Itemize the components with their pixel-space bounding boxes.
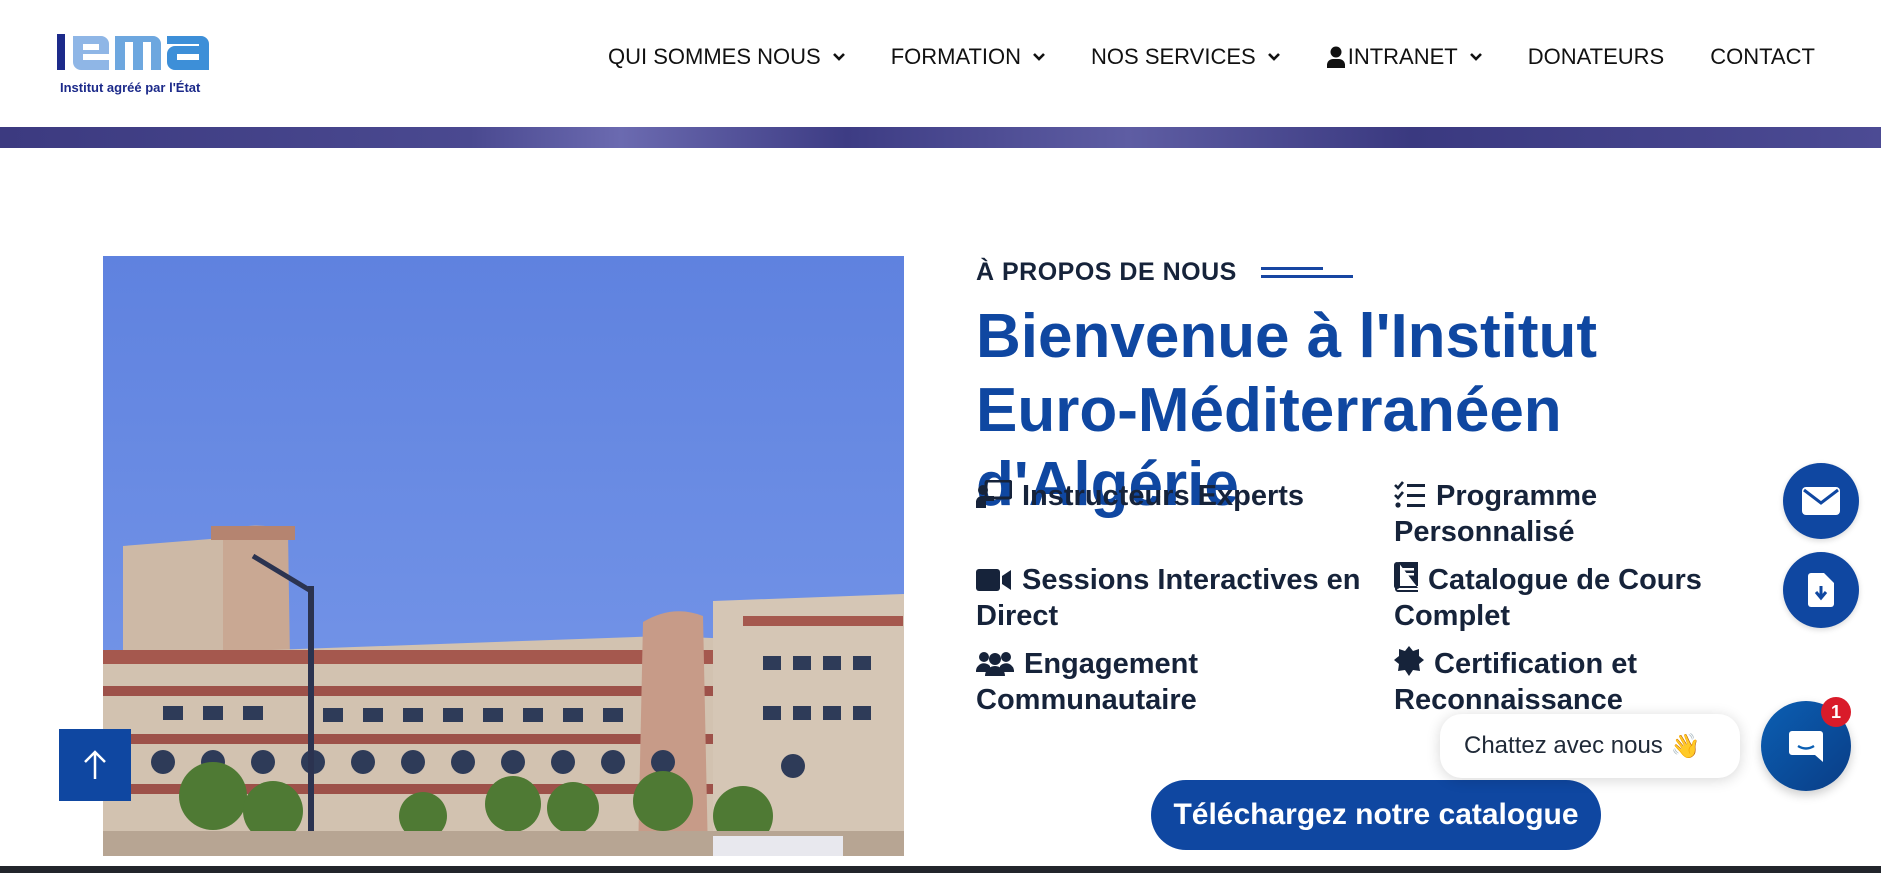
nav-label: FORMATION — [890, 44, 1022, 69]
logo-mark — [57, 34, 209, 70]
nav-label: CONTACT — [1710, 44, 1815, 69]
about-eyebrow: À PROPOS DE NOUS — [976, 258, 1353, 287]
nav-qui-sommes-nous[interactable]: QUI SOMMES NOUS — [608, 44, 847, 70]
bottom-edge-bar — [0, 866, 1881, 873]
institute-building-photo — [103, 256, 904, 856]
feature-sessions-interactives: Sessions Interactives en Direct — [976, 562, 1376, 634]
book-icon — [1394, 562, 1418, 592]
feature-certification: Certification et Reconnaissance — [1394, 646, 1724, 718]
feature-label: Catalogue de Cours Complet — [1394, 564, 1702, 632]
video-camera-icon — [976, 569, 1011, 591]
chevron-down-icon — [832, 53, 845, 61]
logo-tagline: Institut agréé par l'État — [60, 80, 201, 95]
nav-label: INTRANET — [1347, 44, 1458, 69]
scroll-to-top-button[interactable] — [59, 729, 131, 801]
nav-label: DONATEURS — [1527, 44, 1665, 69]
download-catalogue-button[interactable]: Téléchargez notre catalogue — [1151, 780, 1601, 850]
chevron-down-icon — [1469, 53, 1482, 61]
nav-donateurs[interactable]: DONATEURS — [1528, 44, 1665, 70]
chat-notification-badge: 1 — [1821, 697, 1851, 727]
feature-programme-personnalise: Programme Personnalisé — [1394, 478, 1694, 550]
users-icon — [976, 652, 1014, 676]
chalkboard-teacher-icon — [976, 480, 1012, 508]
feature-engagement-communautaire: Engagement Communautaire — [976, 646, 1336, 718]
hero-banner-strip — [0, 127, 1881, 148]
email-button[interactable] — [1783, 463, 1859, 539]
chevron-down-icon — [1033, 53, 1045, 61]
envelope-icon — [1802, 487, 1840, 515]
arrow-up-icon — [84, 750, 106, 779]
chat-prompt-text: Chattez avec nous — [1464, 732, 1663, 759]
feature-instructeurs-experts: Instructeurs Experts — [976, 478, 1376, 514]
feature-catalogue-cours: Catalogue de Cours Complet — [1394, 562, 1724, 634]
chat-icon — [1789, 731, 1823, 762]
feature-label: Sessions Interactives en Direct — [976, 564, 1361, 632]
nav-label: NOS SERVICES — [1091, 44, 1256, 69]
nav-intranet[interactable]: INTRANET — [1326, 44, 1484, 70]
nav-nos-services[interactable]: NOS SERVICES — [1091, 44, 1282, 70]
eyebrow-divider — [1260, 265, 1353, 281]
nav-label: QUI SOMMES NOUS — [608, 44, 821, 69]
download-button[interactable] — [1783, 552, 1859, 628]
feature-label: Certification et Reconnaissance — [1394, 648, 1638, 716]
eyebrow-label: À PROPOS DE NOUS — [976, 258, 1237, 286]
chevron-down-icon — [1267, 53, 1280, 61]
chat-prompt-bubble[interactable]: Chattez avec nous 👋 — [1440, 714, 1740, 778]
site-header: Institut agréé par l'État QUI SOMMES NOU… — [0, 0, 1881, 127]
nav-contact[interactable]: CONTACT — [1710, 44, 1815, 70]
certificate-icon — [1394, 646, 1424, 676]
feature-label: Instructeurs Experts — [1022, 480, 1305, 512]
waving-hand-icon: 👋 — [1670, 732, 1701, 760]
checklist-icon — [1394, 481, 1425, 508]
user-icon — [1326, 46, 1345, 68]
main-nav: QUI SOMMES NOUS FORMATION NOS SERVICES I… — [608, 44, 1815, 70]
site-logo[interactable]: Institut agréé par l'État — [55, 28, 215, 98]
nav-formation[interactable]: FORMATION — [891, 44, 1047, 70]
file-download-icon — [1808, 573, 1834, 607]
